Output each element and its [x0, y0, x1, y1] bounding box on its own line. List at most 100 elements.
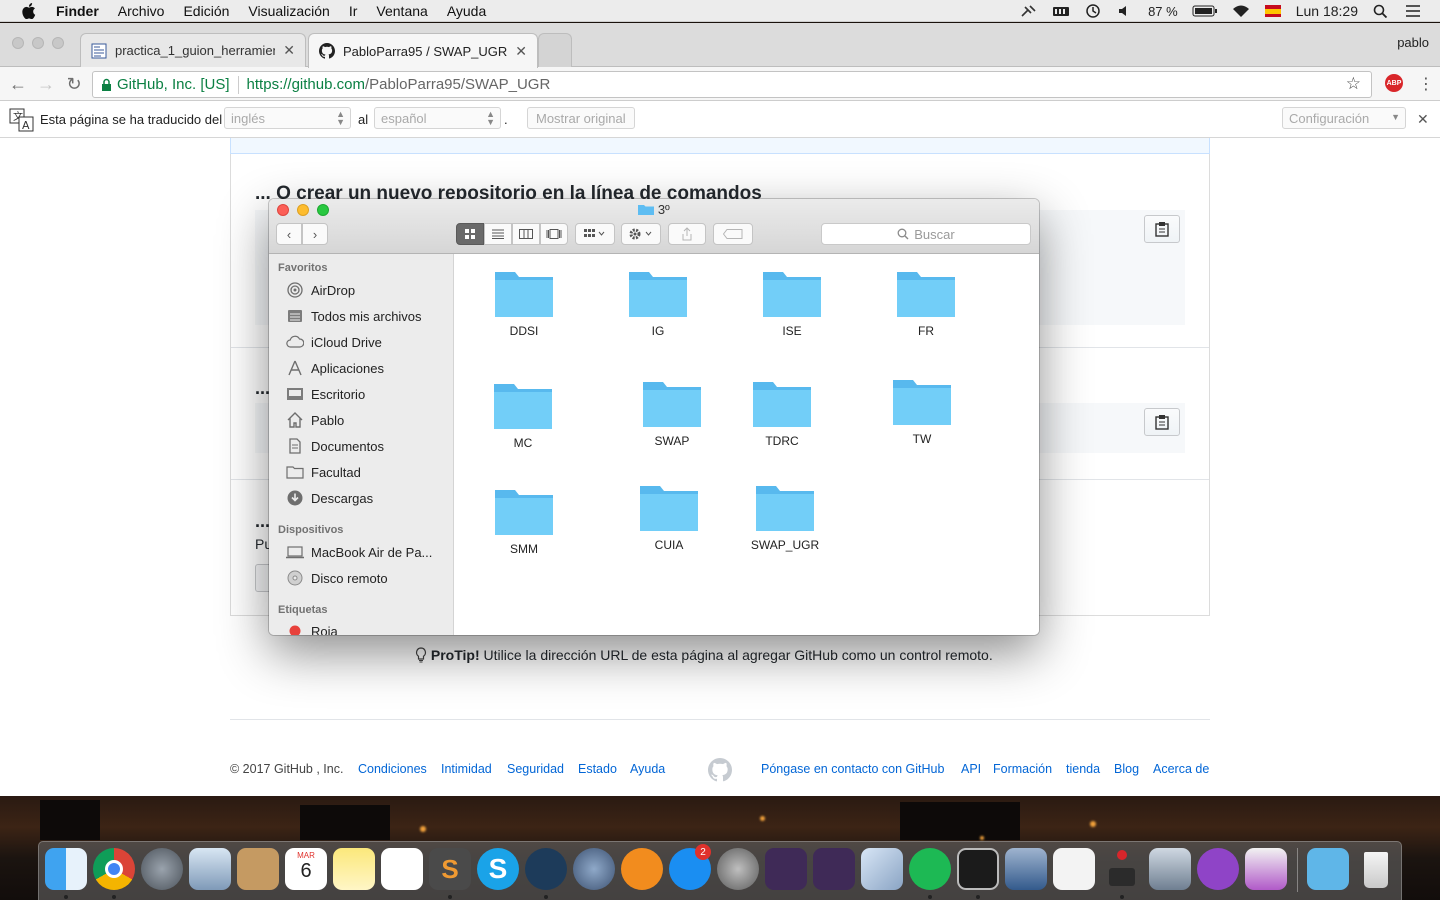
sidebar-item-macbook[interactable]: MacBook Air de Pa...: [286, 541, 432, 563]
new-tab-button[interactable]: [538, 33, 572, 67]
close-tab-icon[interactable]: ✕: [283, 42, 295, 59]
wifi-icon[interactable]: [1232, 4, 1250, 18]
footer-link-ayuda[interactable]: Ayuda: [630, 762, 665, 776]
dock-contacts-icon[interactable]: [237, 848, 279, 890]
battery-percent[interactable]: 87 %: [1148, 4, 1178, 19]
sidebar-item-remote-disc[interactable]: Disco remoto: [286, 567, 388, 589]
clock[interactable]: Lun 18:29: [1296, 3, 1358, 19]
menu-archivo[interactable]: Archivo: [118, 3, 165, 19]
close-translate-icon[interactable]: ✕: [1417, 111, 1429, 128]
target-language-select[interactable]: español ▲ ▼: [374, 107, 501, 129]
sidebar-item-icloud[interactable]: iCloud Drive: [286, 331, 382, 353]
site-identity[interactable]: GitHub, Inc. [US]: [117, 76, 230, 93]
dock-joystick-icon[interactable]: [1101, 848, 1143, 890]
dock-finder-icon[interactable]: [45, 848, 87, 890]
close-window-button[interactable]: [12, 37, 24, 49]
cover-flow-button[interactable]: [540, 223, 568, 245]
action-button[interactable]: [621, 223, 661, 245]
source-language-select[interactable]: inglés ▲ ▼: [224, 107, 351, 129]
dock-system-preferences-icon[interactable]: [717, 848, 759, 890]
folder-item[interactable]: SMM: [474, 486, 574, 556]
folder-item[interactable]: TDRC: [732, 378, 832, 448]
dock-ibooks-icon[interactable]: [621, 848, 663, 890]
column-view-button[interactable]: [512, 223, 540, 245]
footer-link-api[interactable]: API: [961, 762, 981, 776]
dock-virtualbox-icon[interactable]: [1005, 848, 1047, 890]
zoom-window-button[interactable]: [52, 37, 64, 49]
footer-link-seguridad[interactable]: Seguridad: [507, 762, 564, 776]
menu-ayuda[interactable]: Ayuda: [447, 3, 486, 19]
dock-photos-icon[interactable]: [1149, 848, 1191, 890]
sidebar-item-tag-red[interactable]: Roja: [286, 620, 338, 635]
forward-arrow-icon[interactable]: →: [35, 73, 57, 95]
folder-item[interactable]: DDSI: [474, 268, 574, 338]
footer-link-blog[interactable]: Blog: [1114, 762, 1139, 776]
folder-item[interactable]: SWAP: [622, 378, 722, 448]
github-logo-icon[interactable]: [708, 758, 732, 782]
dock-popcorn-icon[interactable]: [573, 848, 615, 890]
copy-clipboard-button[interactable]: [1144, 215, 1180, 243]
memory-icon[interactable]: [1052, 4, 1070, 18]
dock-calendar-icon[interactable]: MAR 6: [285, 848, 327, 890]
chrome-menu-icon[interactable]: ⋮: [1418, 74, 1434, 94]
footer-link-formacion[interactable]: Formación: [993, 762, 1052, 776]
profile-name[interactable]: pablo: [1397, 35, 1429, 50]
list-view-button[interactable]: [484, 223, 512, 245]
dock-skype-icon[interactable]: S: [477, 848, 519, 890]
finder-search-field[interactable]: Buscar: [821, 223, 1031, 245]
bookmark-star-icon[interactable]: ☆: [1346, 74, 1361, 94]
footer-link-acerca[interactable]: Acerca de: [1153, 762, 1209, 776]
notification-center-icon[interactable]: [1404, 4, 1422, 18]
copy-clipboard-button[interactable]: [1144, 408, 1180, 436]
sidebar-item-applications[interactable]: Aplicaciones: [286, 357, 384, 379]
back-button[interactable]: ‹: [276, 223, 302, 245]
folder-item[interactable]: SWAP_UGR: [735, 482, 835, 552]
translate-settings-select[interactable]: Configuración ▼: [1282, 107, 1406, 129]
dock-terminal-icon[interactable]: [957, 848, 999, 890]
input-source-flag-icon[interactable]: [1264, 4, 1282, 18]
close-tab-icon[interactable]: ✕: [515, 43, 527, 60]
menu-visualizacion[interactable]: Visualización: [248, 3, 329, 19]
volume-icon[interactable]: [1116, 4, 1134, 18]
menu-ir[interactable]: Ir: [349, 3, 358, 19]
tab-swap-ugr[interactable]: PabloParra95 / SWAP_UGR ✕: [308, 33, 538, 68]
dock-chrome-icon[interactable]: [93, 848, 135, 890]
show-original-button[interactable]: Mostrar original: [527, 107, 635, 129]
sidebar-item-downloads[interactable]: Descargas: [286, 487, 373, 509]
reload-icon[interactable]: ↻: [63, 73, 85, 95]
dock-spotify-icon[interactable]: [909, 848, 951, 890]
footer-link-estado[interactable]: Estado: [578, 762, 617, 776]
arrange-button[interactable]: [575, 223, 615, 245]
spotlight-search-icon[interactable]: [1372, 4, 1390, 19]
back-arrow-icon[interactable]: ←: [7, 73, 29, 95]
address-bar[interactable]: GitHub, Inc. [US] https://github.com/Pab…: [92, 71, 1372, 98]
dock-cube-icon[interactable]: [861, 848, 903, 890]
tab-practica[interactable]: practica_1_guion_herramienta ✕: [80, 33, 306, 67]
sidebar-item-desktop[interactable]: Escritorio: [286, 383, 365, 405]
sidebar-item-facultad[interactable]: Facultad: [286, 461, 361, 483]
url-text[interactable]: https://github.com/PabloParra95/SWAP_UGR: [247, 76, 551, 93]
sidebar-item-airdrop[interactable]: AirDrop: [286, 279, 355, 301]
satellite-icon[interactable]: [1020, 4, 1038, 18]
dock-launchpad-icon[interactable]: [141, 848, 183, 890]
folder-item[interactable]: CUIA: [619, 482, 719, 552]
sidebar-item-home[interactable]: Pablo: [286, 409, 344, 431]
menu-edicion[interactable]: Edición: [183, 3, 229, 19]
icon-view-button[interactable]: [456, 223, 484, 245]
sidebar-item-all-files[interactable]: Todos mis archivos: [286, 305, 422, 327]
folder-item[interactable]: MC: [473, 380, 573, 450]
time-machine-icon[interactable]: [1084, 4, 1102, 18]
dock-reminders-icon[interactable]: [381, 848, 423, 890]
dock-notes-icon[interactable]: [333, 848, 375, 890]
dock-sublime-icon[interactable]: S: [429, 848, 471, 890]
dock-trash-icon[interactable]: [1355, 848, 1397, 890]
folder-item[interactable]: TW: [872, 376, 972, 446]
dock-downloads-icon[interactable]: [1307, 848, 1349, 890]
sidebar-item-documents[interactable]: Documentos: [286, 435, 384, 457]
folder-item[interactable]: ISE: [742, 268, 842, 338]
footer-link-tienda[interactable]: tienda: [1066, 762, 1100, 776]
footer-link-intimidad[interactable]: Intimidad: [441, 762, 492, 776]
dock-steam-icon[interactable]: [525, 848, 567, 890]
dock-texshop-icon[interactable]: [765, 848, 807, 890]
dock-github-icon[interactable]: [1197, 848, 1239, 890]
